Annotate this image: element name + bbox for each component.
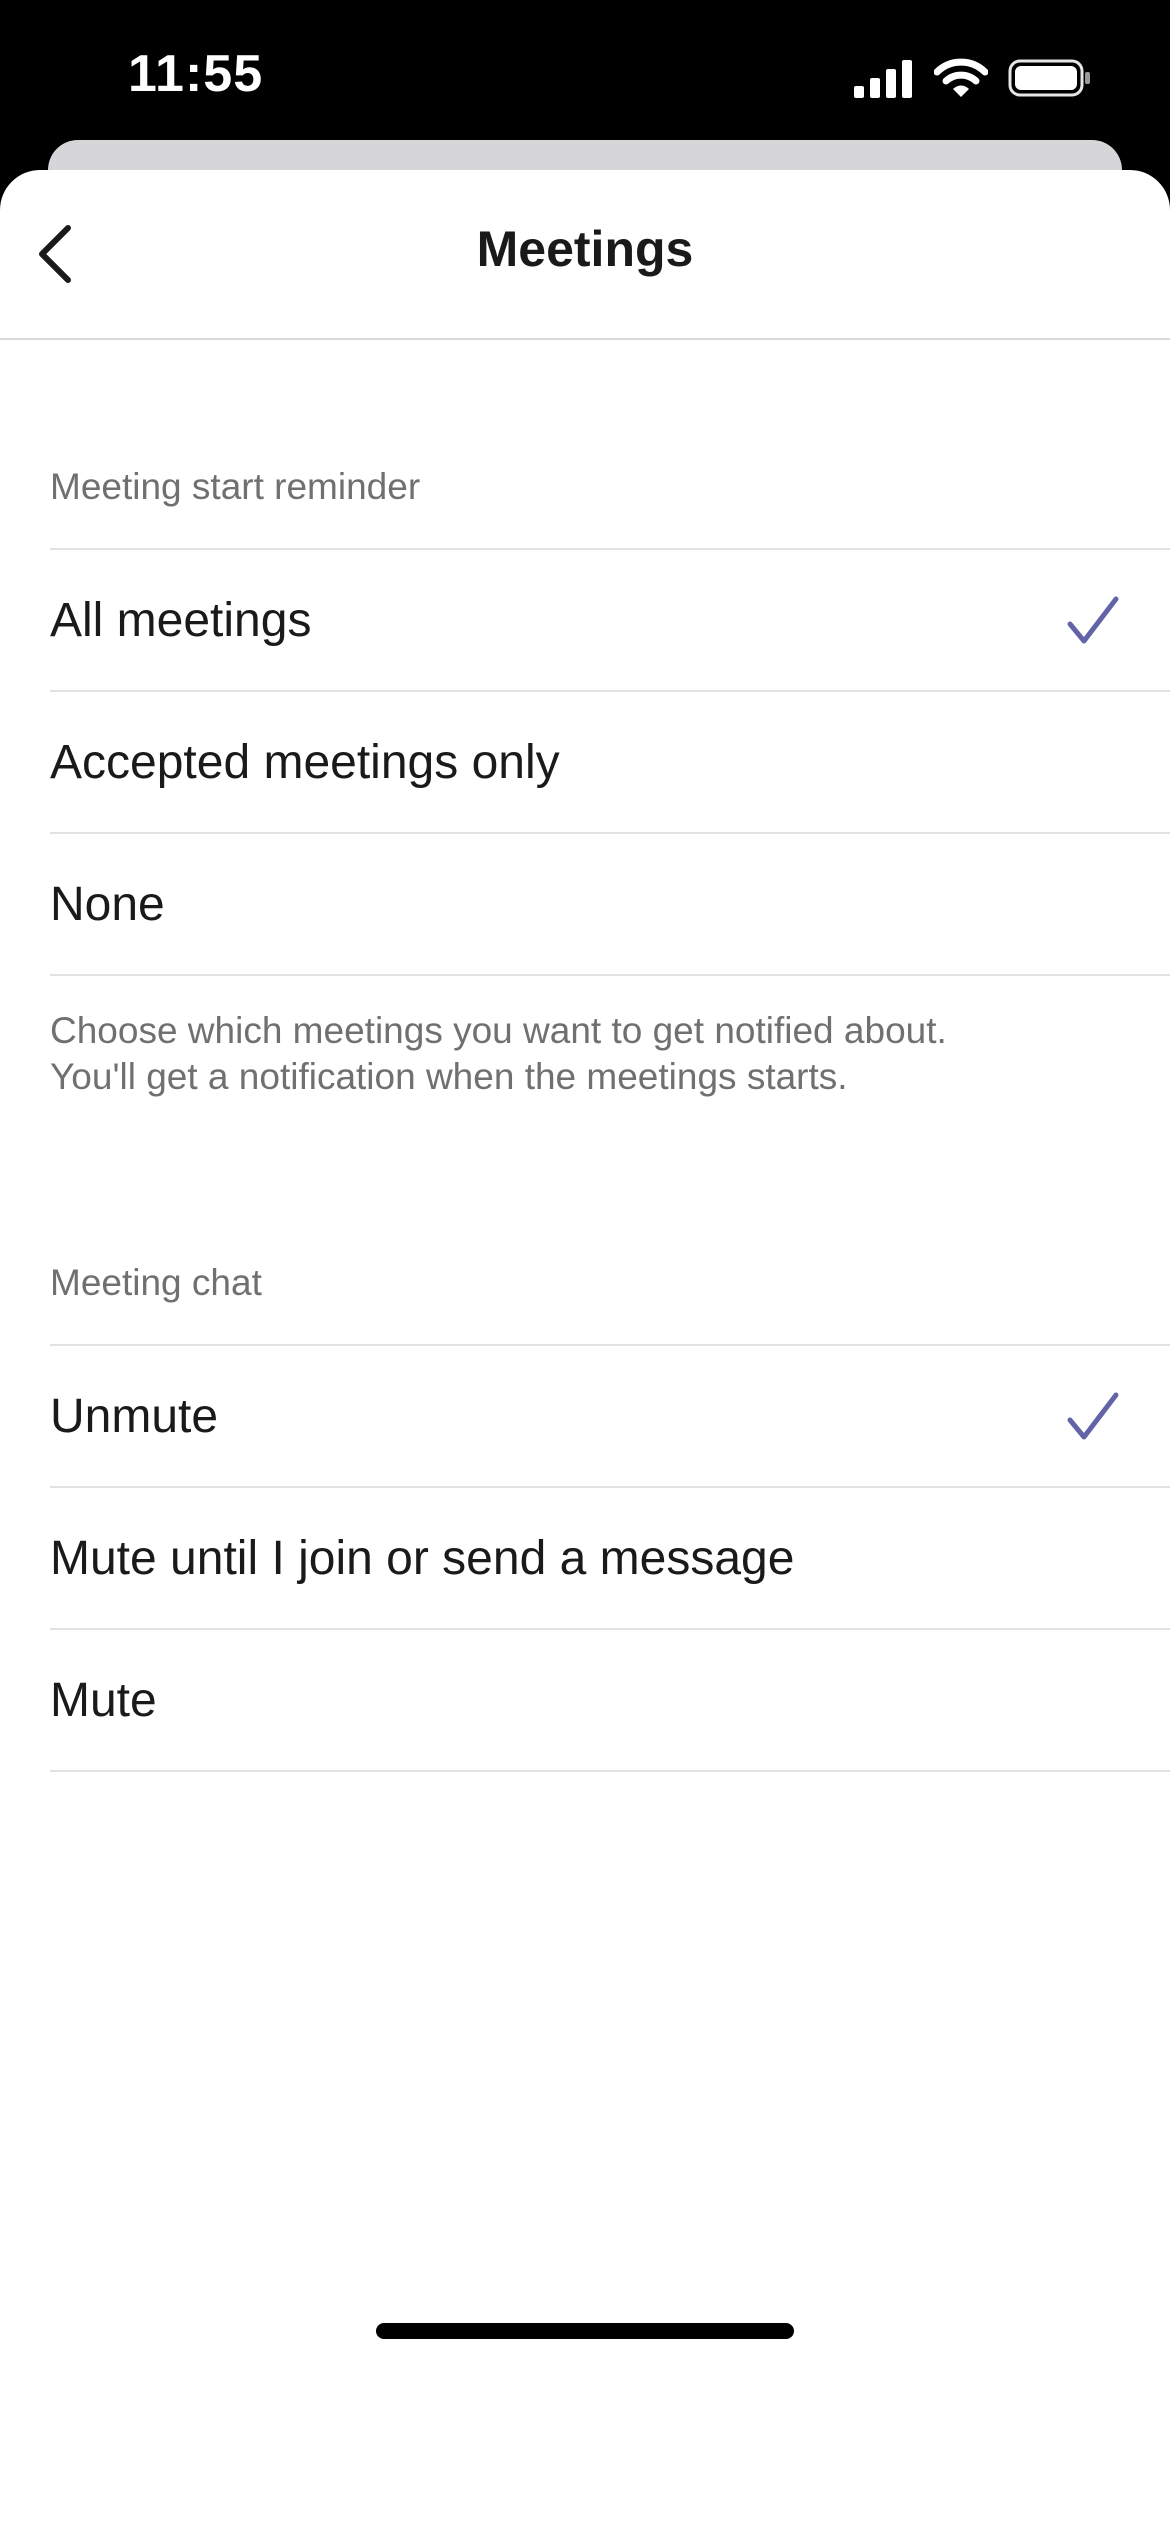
option-all-meetings[interactable]: All meetings [50, 548, 1170, 690]
status-icons [854, 54, 1092, 102]
option-label: Mute [50, 1673, 157, 1727]
option-mute-until-join[interactable]: Mute until I join or send a message [50, 1486, 1170, 1628]
page-title: Meetings [476, 221, 694, 277]
home-indicator[interactable] [376, 2323, 794, 2339]
battery-icon [1008, 59, 1090, 97]
option-label: Mute until I join or send a message [50, 1531, 795, 1585]
reminder-footnote: Choose which meetings you want to get no… [50, 1008, 1130, 1100]
option-unmute[interactable]: Unmute [50, 1344, 1170, 1486]
option-mute[interactable]: Mute [50, 1628, 1170, 1772]
option-label: Accepted meetings only [50, 735, 560, 789]
section-header-meeting-chat: Meeting chat [50, 1262, 262, 1303]
signal-icon [854, 60, 912, 98]
option-none[interactable]: None [50, 832, 1170, 976]
checkmark-icon [1067, 596, 1119, 644]
footnote-line: You'll get a notification when the meeti… [50, 1056, 848, 1097]
wifi-icon [934, 58, 988, 97]
option-accepted-meetings-only[interactable]: Accepted meetings only [50, 690, 1170, 832]
nav-bar: Meetings [0, 170, 1170, 340]
option-label: All meetings [50, 593, 312, 647]
section-header-meeting-start-reminder: Meeting start reminder [50, 466, 421, 507]
checkmark-icon [1067, 1392, 1119, 1440]
footnote-line: Choose which meetings you want to get no… [50, 1010, 947, 1051]
option-label: None [50, 877, 165, 931]
settings-sheet: Meetings Meeting start reminder All meet… [0, 170, 1170, 2532]
status-time: 11:55 [128, 45, 264, 103]
option-label: Unmute [50, 1389, 219, 1443]
